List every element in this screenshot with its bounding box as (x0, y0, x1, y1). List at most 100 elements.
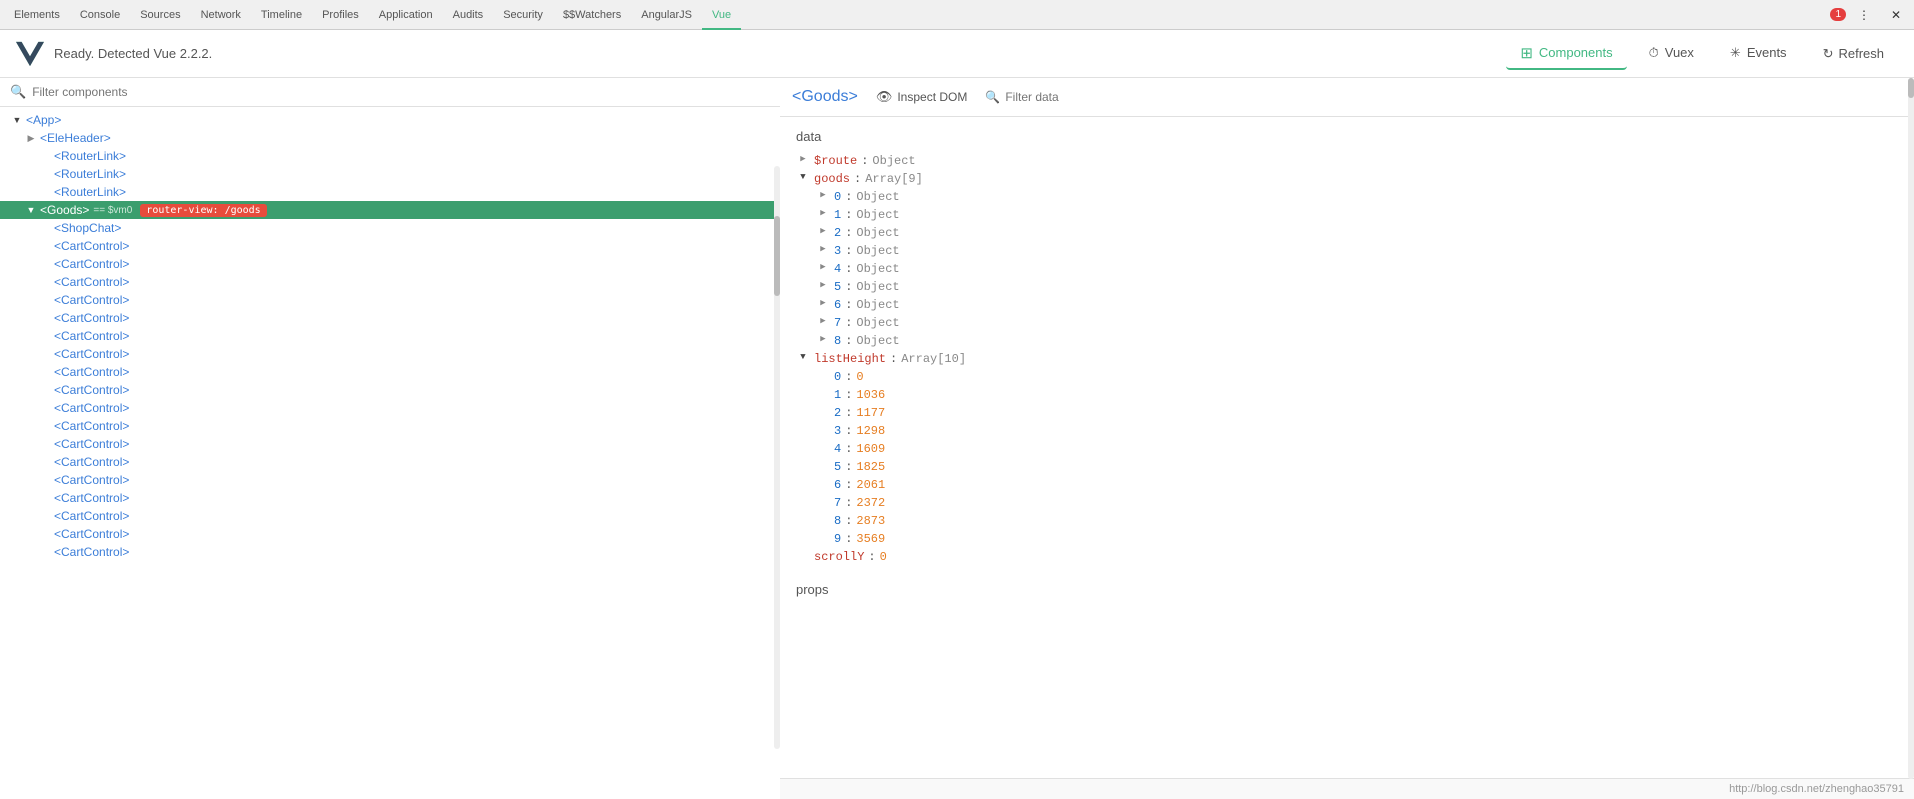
main-container: 🔍 ▼ <App> ▶ <EleHeader> <RouterLink> <Ro… (0, 78, 1914, 799)
expand-listheight-arrow[interactable]: ▼ (796, 352, 810, 362)
left-scrollbar-track[interactable] (774, 166, 780, 749)
tree-item-cartcontrol-16[interactable]: <CartControl> (0, 507, 780, 525)
expand-arrow-cc2 (38, 257, 52, 271)
inspect-dom-btn[interactable]: 👁 Inspect DOM (868, 86, 976, 108)
tab-application[interactable]: Application (369, 0, 443, 30)
tab-angularjs[interactable]: AngularJS (631, 0, 702, 30)
expand-goods-2[interactable]: ▶ (816, 226, 830, 236)
expand-goods-arrow[interactable]: ▼ (796, 172, 810, 182)
tab-profiles[interactable]: Profiles (312, 0, 369, 30)
key-lh-2: 2 (834, 406, 841, 420)
expand-arrow-app[interactable]: ▼ (10, 113, 24, 127)
tree-item-cartcontrol-17[interactable]: <CartControl> (0, 525, 780, 543)
more-options-icon[interactable]: ⋮ (1850, 1, 1878, 29)
component-name-routerlink3: <RouterLink> (54, 185, 126, 199)
expand-arrow-cc17 (38, 527, 52, 541)
vue-header-nav: ⊞ Components ⏱ Vuex ✳ Events ↻ Refresh (1506, 38, 1898, 70)
tree-item-routerlink1[interactable]: <RouterLink> (0, 147, 780, 165)
tree-item-cartcontrol-5[interactable]: <CartControl> (0, 309, 780, 327)
data-goods-row: ▼ goods : Array[9] (796, 170, 1898, 188)
tree-item-app[interactable]: ▼ <App> (0, 111, 780, 129)
refresh-icon: ↻ (1823, 46, 1834, 62)
tab-vue[interactable]: Vue (702, 0, 741, 30)
tab-elements[interactable]: Elements (4, 0, 70, 30)
val-lh-3: 1298 (856, 424, 885, 438)
listheight-children: 0 : 0 1 : 1036 2 : 1177 (796, 368, 1898, 548)
tree-item-cartcontrol-13[interactable]: <CartControl> (0, 453, 780, 471)
component-name-cc11: <CartControl> (54, 419, 129, 433)
tree-item-cartcontrol-10[interactable]: <CartControl> (0, 399, 780, 417)
tab-sources[interactable]: Sources (130, 0, 190, 30)
tree-item-shopchat[interactable]: <ShopChat> (0, 219, 780, 237)
val-lh-1: 1036 (856, 388, 885, 402)
refresh-label: Refresh (1838, 46, 1884, 61)
expand-goods-1[interactable]: ▶ (816, 208, 830, 218)
tab-audits[interactable]: Audits (443, 0, 494, 30)
data-listheight-row: ▼ listHeight : Array[10] (796, 350, 1898, 368)
tree-item-eleheader[interactable]: ▶ <EleHeader> (0, 129, 780, 147)
data-val-scrolly: 0 (880, 550, 887, 564)
component-name-cc6: <CartControl> (54, 329, 129, 343)
vuex-nav-btn[interactable]: ⏱ Vuex (1635, 39, 1708, 69)
expand-goods-6[interactable]: ▶ (816, 298, 830, 308)
expand-route-arrow[interactable]: ▶ (796, 154, 810, 164)
component-name-cc5: <CartControl> (54, 311, 129, 325)
events-icon: ✳ (1730, 45, 1741, 61)
tree-item-cartcontrol-3[interactable]: <CartControl> (0, 273, 780, 291)
tree-item-cartcontrol-11[interactable]: <CartControl> (0, 417, 780, 435)
val-lh-5: 1825 (856, 460, 885, 474)
key-goods-8: 8 (834, 334, 841, 348)
expand-goods-5[interactable]: ▶ (816, 280, 830, 290)
goods-0-row: ▶ 0 : Object (816, 188, 1898, 206)
component-name-cc3: <CartControl> (54, 275, 129, 289)
tab-sswatchers[interactable]: $$Watchers (553, 0, 631, 30)
tab-security[interactable]: Security (493, 0, 553, 30)
close-icon[interactable]: ✕ (1882, 1, 1910, 29)
tree-item-cartcontrol-6[interactable]: <CartControl> (0, 327, 780, 345)
component-name-cc12: <CartControl> (54, 437, 129, 451)
key-lh-3: 3 (834, 424, 841, 438)
expand-goods-8[interactable]: ▶ (816, 334, 830, 344)
goods-7-row: ▶ 7 : Object (816, 314, 1898, 332)
lh-3-row: 3 : 1298 (816, 422, 1898, 440)
type-goods-7: Object (856, 316, 899, 330)
tree-item-cartcontrol-8[interactable]: <CartControl> (0, 363, 780, 381)
tree-item-cartcontrol-4[interactable]: <CartControl> (0, 291, 780, 309)
right-scrollbar-thumb[interactable] (1908, 78, 1914, 98)
component-name-cc7: <CartControl> (54, 347, 129, 361)
filter-components-input[interactable] (32, 85, 770, 99)
tab-network[interactable]: Network (191, 0, 251, 30)
tree-item-cartcontrol-9[interactable]: <CartControl> (0, 381, 780, 399)
component-name-cc16: <CartControl> (54, 509, 129, 523)
expand-goods-4[interactable]: ▶ (816, 262, 830, 272)
type-goods-6: Object (856, 298, 899, 312)
left-scrollbar-thumb[interactable] (774, 216, 780, 296)
right-scrollbar-track[interactable] (1908, 78, 1914, 779)
tree-item-routerlink2[interactable]: <RouterLink> (0, 165, 780, 183)
data-type-listheight: Array[10] (901, 352, 966, 366)
tree-item-cartcontrol-14[interactable]: <CartControl> (0, 471, 780, 489)
tree-item-cartcontrol-2[interactable]: <CartControl> (0, 255, 780, 273)
tree-item-routerlink3[interactable]: <RouterLink> (0, 183, 780, 201)
tree-item-goods[interactable]: ▼ <Goods> == $vm0 router-view: /goods (0, 201, 780, 219)
filter-data-input[interactable] (1005, 90, 1155, 104)
tree-item-cartcontrol-1[interactable]: <CartControl> (0, 237, 780, 255)
type-goods-5: Object (856, 280, 899, 294)
tree-item-cartcontrol-18[interactable]: <CartControl> (0, 543, 780, 561)
expand-goods-0[interactable]: ▶ (816, 190, 830, 200)
expand-goods-3[interactable]: ▶ (816, 244, 830, 254)
tree-item-cartcontrol-7[interactable]: <CartControl> (0, 345, 780, 363)
events-nav-btn[interactable]: ✳ Events (1716, 39, 1801, 69)
tab-timeline[interactable]: Timeline (251, 0, 312, 30)
tree-item-cartcontrol-15[interactable]: <CartControl> (0, 489, 780, 507)
refresh-btn[interactable]: ↻ Refresh (1809, 40, 1898, 68)
expand-goods-7[interactable]: ▶ (816, 316, 830, 326)
components-nav-btn[interactable]: ⊞ Components (1506, 38, 1626, 70)
tab-console[interactable]: Console (70, 0, 130, 30)
val-lh-7: 2372 (856, 496, 885, 510)
expand-arrow-goods[interactable]: ▼ (24, 203, 38, 217)
type-goods-0: Object (856, 190, 899, 204)
tree-item-cartcontrol-12[interactable]: <CartControl> (0, 435, 780, 453)
type-goods-2: Object (856, 226, 899, 240)
expand-arrow-eleheader[interactable]: ▶ (24, 131, 38, 145)
